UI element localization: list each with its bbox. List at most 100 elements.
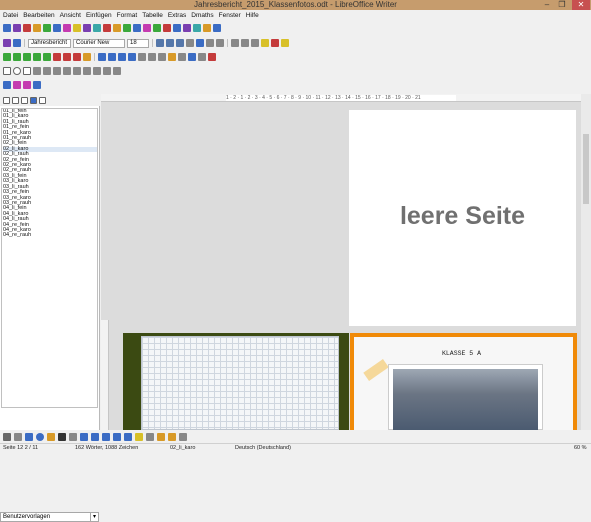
sum-icon[interactable] [43,24,51,32]
class-photo-frame[interactable] [388,364,543,431]
plus-icon[interactable] [153,24,161,32]
rotate-icon[interactable] [73,67,81,75]
settings-icon[interactable] [213,24,221,32]
open-icon[interactable] [13,53,21,61]
maximize-button[interactable]: ❐ [555,0,569,10]
page-grid[interactable] [123,333,349,430]
font-color-icon[interactable] [271,39,279,47]
menu-format[interactable]: Format [117,12,138,19]
zoom-icon[interactable] [198,53,206,61]
line-icon[interactable] [14,432,22,441]
root-icon[interactable] [23,24,31,32]
paste-icon[interactable] [158,53,166,61]
menu-dmaths[interactable]: Dmaths [191,12,213,19]
menu-fenster[interactable]: Fenster [219,12,241,19]
text-icon[interactable] [53,67,61,75]
vector-icon[interactable] [73,24,81,32]
bracket-icon[interactable] [103,24,111,32]
list-icon[interactable] [231,39,239,47]
menu-bearbeiten[interactable]: Bearbeiten [23,12,54,19]
toggle-icon[interactable] [3,96,10,104]
fraction-icon[interactable] [13,24,21,32]
geometry-icon[interactable] [203,24,211,32]
navigator-list[interactable]: 01_li_fein 01_li_karo 01_li_rauh 01_re_f… [1,108,98,408]
status-page[interactable]: Seite 12 2 / 11 [3,444,38,453]
angle-icon[interactable] [93,24,101,32]
menu-ansicht[interactable]: Ansicht [60,12,81,19]
help-icon[interactable] [83,53,91,61]
status-language[interactable]: Deutsch (Deutschland) [235,444,291,453]
spellcheck-icon[interactable] [63,53,71,61]
basic-shapes-icon[interactable] [80,432,88,441]
save-icon[interactable] [23,53,31,61]
rectangle-icon[interactable] [25,432,33,441]
flowchart-icon[interactable] [113,432,121,441]
navigator-icon[interactable] [13,39,21,47]
content-view-icon[interactable] [21,96,28,104]
record-icon[interactable] [208,53,216,61]
points-icon[interactable] [146,432,154,441]
fontwork-icon[interactable] [157,432,165,441]
grid-icon[interactable] [173,24,181,32]
status-word-count[interactable]: 162 Wörter, 1088 Zeichen [75,444,138,453]
polygon-icon[interactable] [23,67,31,75]
find-icon[interactable] [188,53,196,61]
underline-icon[interactable] [176,39,184,47]
reference-icon[interactable] [23,81,31,89]
set-icon[interactable] [133,24,141,32]
menu-einfuegen[interactable]: Einfügen [86,12,112,19]
indent-icon[interactable] [251,39,259,47]
paragraph-style-select[interactable]: Jahresbericht [28,38,71,48]
minimize-button[interactable]: – [540,0,554,10]
pencil-icon[interactable] [47,432,55,441]
cut-icon[interactable] [138,53,146,61]
menu-hilfe[interactable]: Hilfe [246,12,259,19]
image-insert-icon[interactable] [108,53,116,61]
styles-icon[interactable] [3,39,11,47]
select-icon[interactable] [3,432,11,441]
minus-icon[interactable] [163,24,171,32]
list-item[interactable]: 04_re_rauh [3,232,97,238]
status-page-style[interactable]: 02_li_karo [170,444,195,453]
drag-mode-icon[interactable] [39,96,46,104]
arrange-icon[interactable] [93,67,101,75]
align-objects-icon[interactable] [83,67,91,75]
chevron-down-icon[interactable]: ▾ [90,513,98,521]
page-class-photo[interactable]: KLASSE 5 A [350,333,577,431]
limit-icon[interactable] [83,24,91,32]
new-icon[interactable] [3,53,11,61]
scrollbar-thumb[interactable] [583,134,589,204]
navigation-icon[interactable] [30,96,37,104]
ellipse-icon[interactable] [13,67,21,75]
undo-icon[interactable] [168,53,176,61]
function-icon[interactable] [123,24,131,32]
greek-icon[interactable] [113,24,121,32]
shapes-icon[interactable] [63,67,71,75]
horizontal-ruler[interactable]: 1 · 2 · 1 · 2 · 3 · 4 · 5 · 6 · 7 · 8 · … [101,94,581,102]
font-name-select[interactable]: Courier New [73,38,125,48]
callouts-icon[interactable] [124,432,132,441]
autocorrect-icon[interactable] [73,53,81,61]
align-center-icon[interactable] [196,39,204,47]
background-color-icon[interactable] [281,39,289,47]
export-icon[interactable] [33,53,41,61]
justify-icon[interactable] [216,39,224,47]
matrix-icon[interactable] [63,24,71,32]
style-category-select[interactable]: Benutzervorlagen ▾ [0,512,99,522]
ellipse-icon[interactable] [36,432,44,441]
power-icon[interactable] [33,24,41,32]
curve-icon[interactable] [43,67,51,75]
align-right-icon[interactable] [206,39,214,47]
copy-icon[interactable] [148,53,156,61]
list-box-icon[interactable] [12,96,19,104]
menu-extras[interactable]: Extras [168,12,186,19]
numbered-list-icon[interactable] [241,39,249,47]
insert-image-icon[interactable] [168,432,176,441]
italic-icon[interactable] [166,39,174,47]
menu-tabelle[interactable]: Tabelle [142,12,163,19]
field-icon[interactable] [33,81,41,89]
formula-icon[interactable] [3,24,11,32]
callout-icon[interactable] [69,432,77,441]
group-icon[interactable] [103,67,111,75]
status-zoom[interactable]: 60 % [574,444,587,453]
